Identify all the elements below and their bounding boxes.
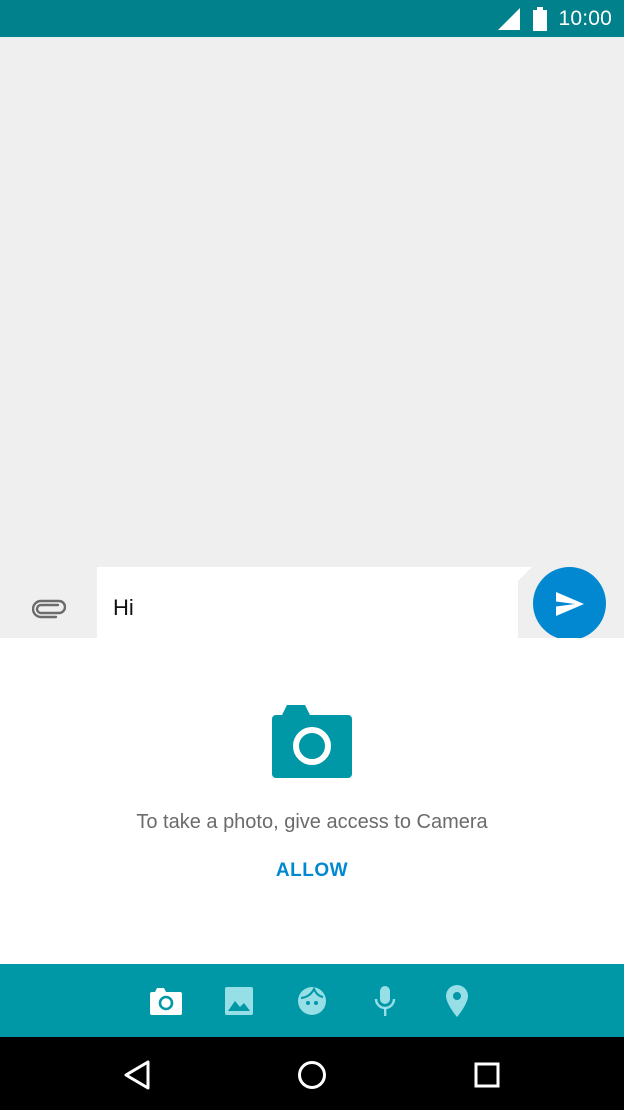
- permission-message: To take a photo, give access to Camera: [136, 811, 488, 833]
- status-time: 10:00: [558, 6, 612, 30]
- compose-box: [97, 567, 532, 649]
- toolbar-camera-button[interactable]: [148, 983, 184, 1019]
- home-button[interactable]: [292, 1055, 332, 1095]
- back-icon: [124, 1060, 150, 1090]
- attach-button[interactable]: [28, 592, 70, 626]
- toolbar-sticker-button[interactable]: [294, 983, 330, 1019]
- toolbar-gallery-button[interactable]: [221, 983, 257, 1019]
- camera-icon: [150, 988, 182, 1015]
- message-input[interactable]: [113, 595, 502, 621]
- conversation-area: [0, 37, 624, 649]
- mic-icon: [374, 986, 396, 1016]
- attachment-toolbar: [0, 964, 624, 1037]
- toolbar-mic-button[interactable]: [367, 983, 403, 1019]
- media-panel: To take a photo, give access to Camera A…: [0, 638, 624, 964]
- send-button[interactable]: [533, 567, 606, 640]
- back-button[interactable]: [117, 1055, 157, 1095]
- status-icons: 10:00: [498, 0, 612, 37]
- home-icon: [298, 1061, 326, 1089]
- send-icon: [555, 591, 584, 616]
- navigation-bar: [0, 1037, 624, 1110]
- recents-icon: [474, 1062, 500, 1088]
- paperclip-icon: [32, 599, 66, 619]
- gallery-icon: [225, 987, 253, 1015]
- recents-button[interactable]: [467, 1055, 507, 1095]
- location-icon: [446, 985, 468, 1017]
- battery-icon: [533, 6, 548, 31]
- sticker-icon: [298, 986, 326, 1015]
- toolbar-location-button[interactable]: [439, 983, 475, 1019]
- camera-icon: [272, 705, 352, 778]
- status-bar: 10:00: [0, 0, 624, 37]
- signal-icon: [498, 7, 521, 30]
- allow-button[interactable]: ALLOW: [262, 860, 362, 888]
